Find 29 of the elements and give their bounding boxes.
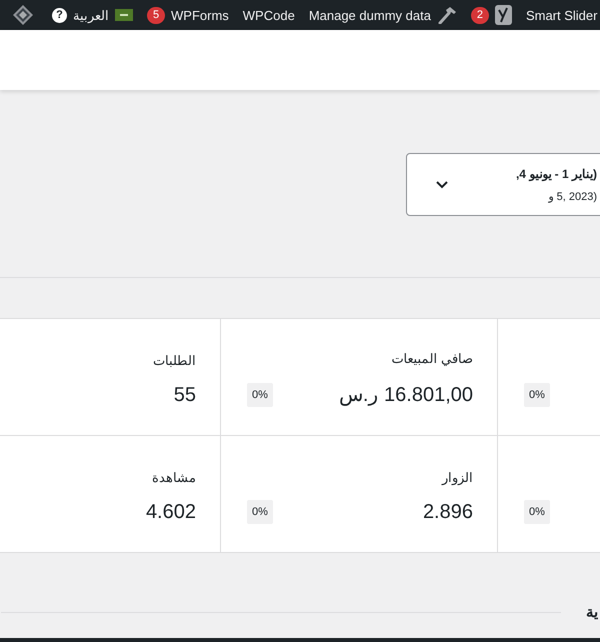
date-range-subtext: و 5, 2023): [548, 190, 597, 202]
section-heading: ية: [586, 603, 598, 621]
hammer-icon[interactable]: [436, 6, 457, 24]
menu-link[interactable]: Smart Slider: [526, 8, 598, 22]
change-badge: 0%: [524, 500, 550, 524]
flag-icon: [115, 9, 133, 21]
chevron-down-icon: [435, 180, 449, 189]
language-label[interactable]: العربية: [73, 8, 109, 22]
stat-value: 2.896: [422, 501, 473, 524]
menu-link[interactable]: WPForms: [171, 8, 229, 22]
diamond-logo-icon[interactable]: [12, 4, 34, 26]
stat-label: صافي المبيعات: [391, 351, 473, 366]
date-range-text: (يناير 1 - يونيو 4,: [516, 166, 597, 180]
stat-label: الزوار: [442, 470, 473, 485]
y-logo-icon[interactable]: [494, 5, 512, 25]
stat-value: 4.602: [146, 501, 196, 524]
change-badge: 0%: [247, 500, 273, 524]
stat-value: 16.801,00 ر.س: [338, 383, 473, 407]
help-icon[interactable]: ?: [52, 8, 67, 22]
change-badge: 0%: [247, 383, 273, 407]
count-badge: 5: [147, 6, 165, 24]
menu-link[interactable]: WPCode: [242, 8, 295, 22]
date-range-picker[interactable]: (يناير 1 - يونيو 4, و 5, 2023): [406, 153, 600, 216]
stat-label: الطلبات: [153, 353, 196, 368]
change-badge: 0%: [524, 383, 550, 407]
stat-label: مشاهدة: [152, 470, 196, 485]
menu-link[interactable]: Manage dummy data: [308, 8, 431, 22]
stat-value: 55: [174, 384, 196, 407]
count-badge: 2: [470, 6, 489, 24]
